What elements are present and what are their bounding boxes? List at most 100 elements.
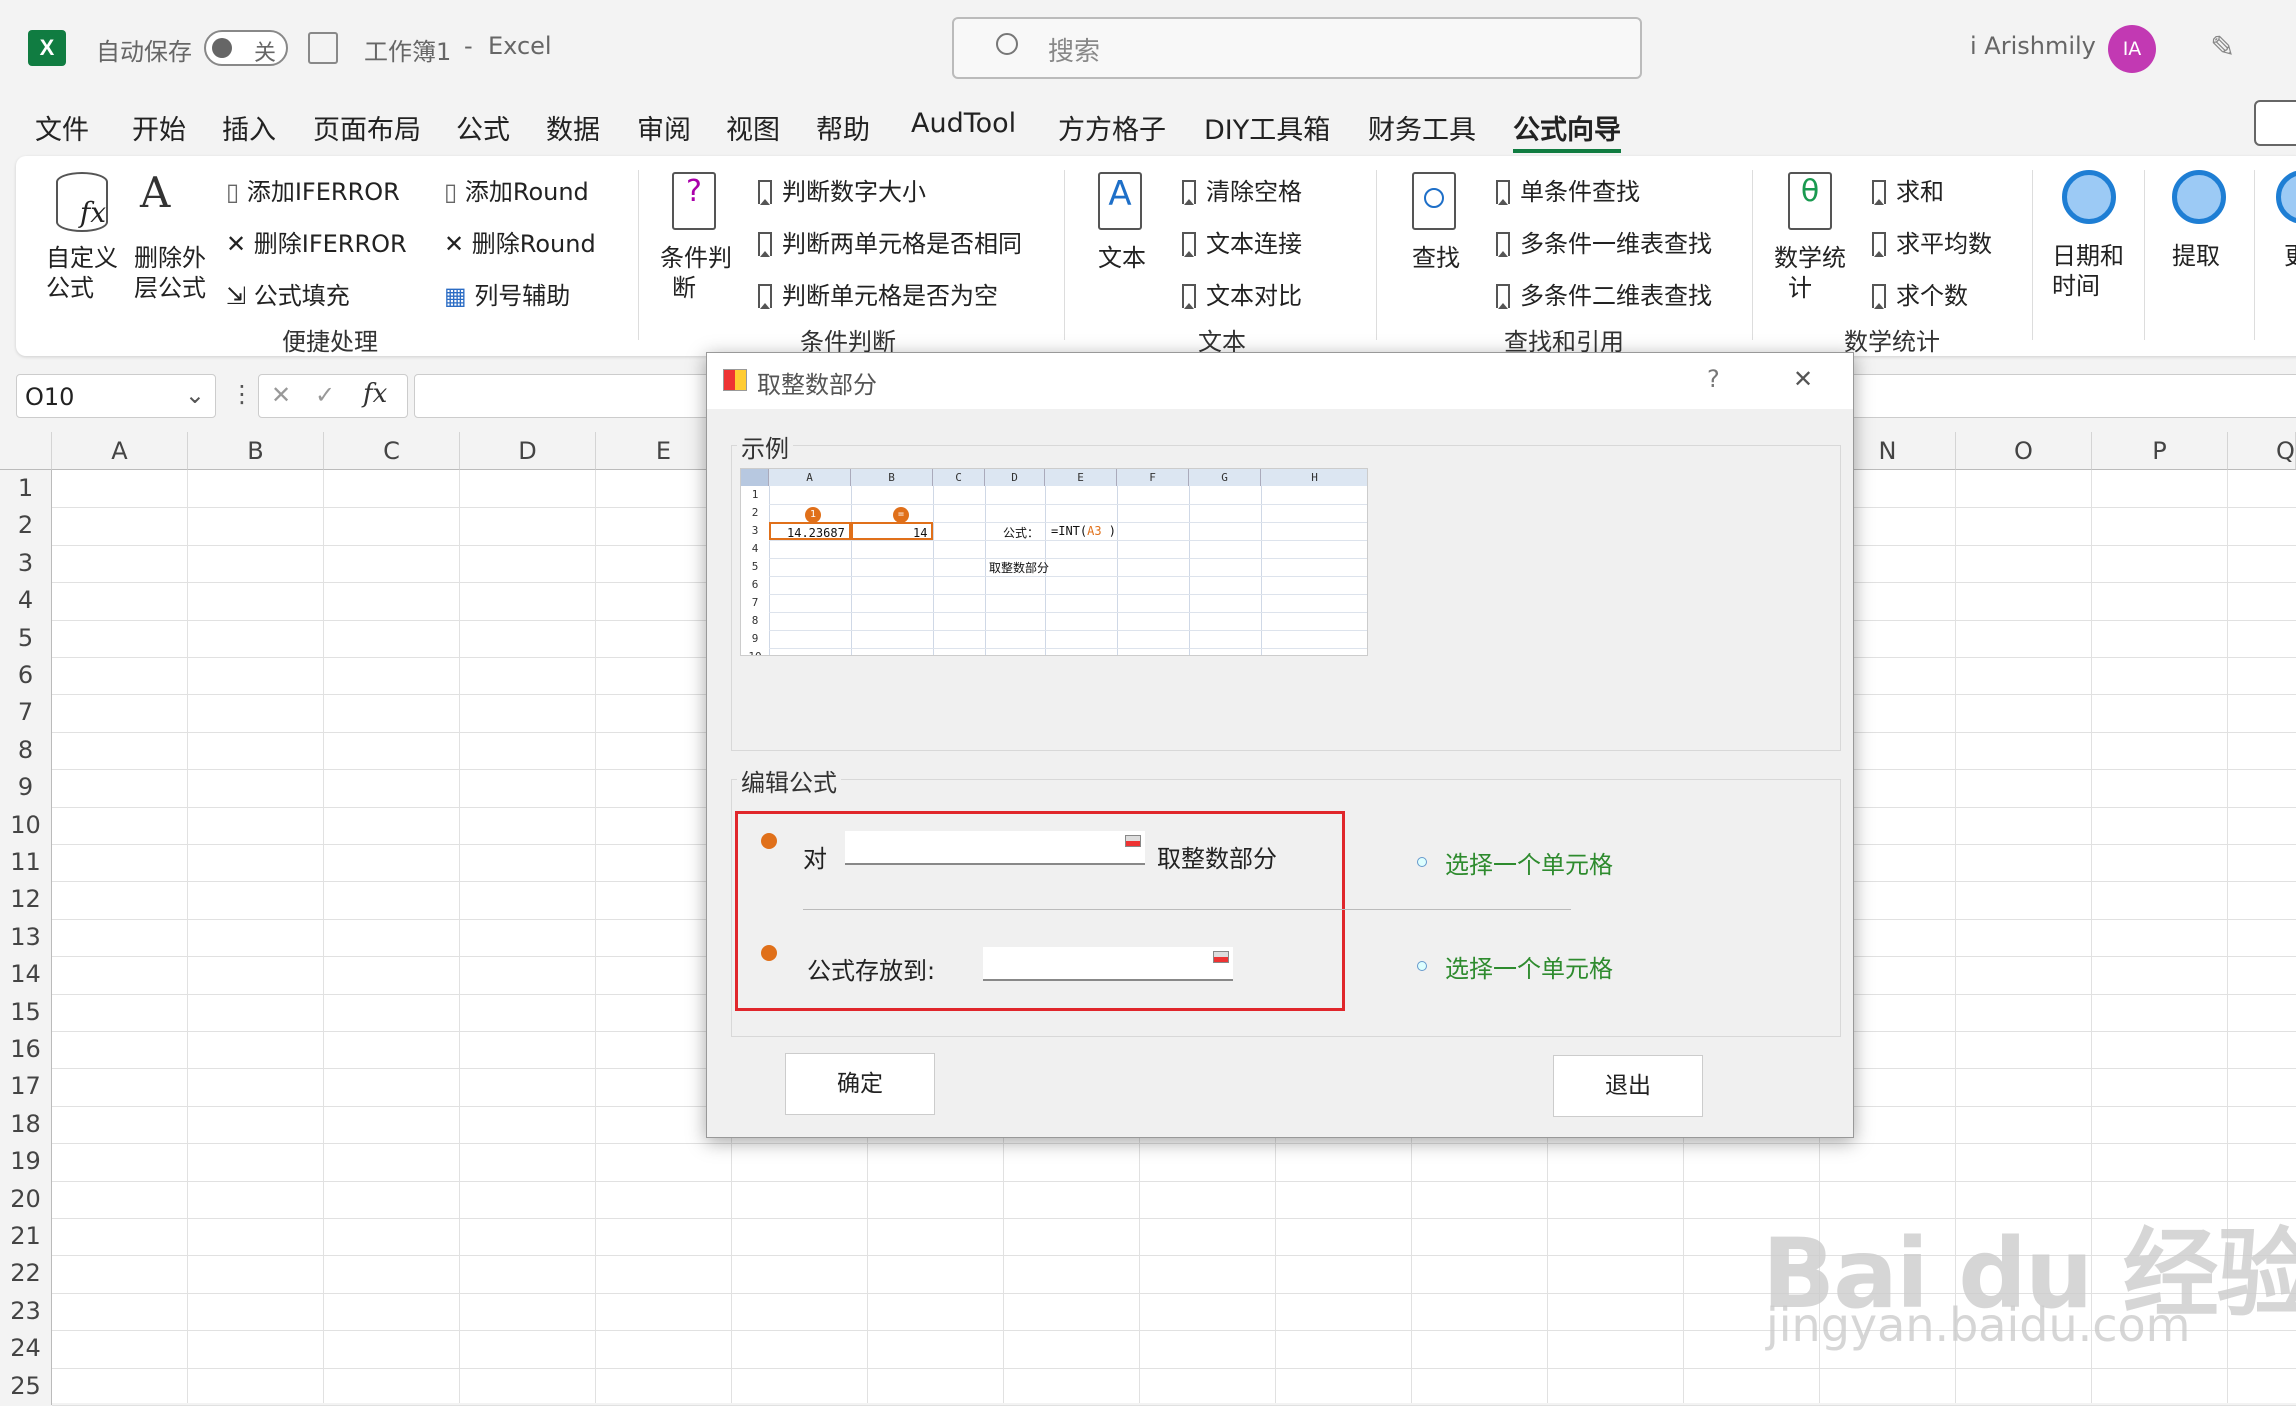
condition-label-2[interactable]: 断	[672, 268, 696, 303]
tab-finance-tools[interactable]: 财务工具	[1368, 108, 1476, 147]
add-round-button[interactable]: ▯ 添加Round	[444, 172, 589, 207]
tab-data[interactable]: 数据	[546, 108, 600, 147]
cell-picker-icon[interactable]	[1213, 951, 1229, 963]
source-cell-input[interactable]	[845, 831, 1145, 865]
row-header[interactable]: 15	[0, 993, 52, 1031]
row-header[interactable]: 18	[0, 1105, 52, 1144]
tab-insert[interactable]: 插入	[222, 108, 276, 147]
row-header[interactable]: 11	[0, 844, 52, 882]
comments-icon[interactable]	[2254, 100, 2296, 146]
example-row-header: 10	[741, 648, 769, 655]
row-header[interactable]: 23	[0, 1292, 52, 1331]
row-header[interactable]: 16	[0, 1031, 52, 1069]
row-header[interactable]: 5	[0, 619, 52, 657]
check-icon[interactable]: ✓	[315, 381, 335, 409]
help-icon[interactable]: ?	[1707, 365, 1720, 393]
datetime-label-2[interactable]: 时间	[2052, 266, 2100, 301]
row-header[interactable]: 13	[0, 918, 52, 957]
add-iferror-button[interactable]: ▯ 添加IFERROR	[226, 172, 400, 207]
single-lookup-button[interactable]: 单条件查找	[1496, 172, 1640, 207]
ok-button[interactable]: 确定	[785, 1053, 935, 1115]
custom-formula-label-2[interactable]: 公式	[46, 268, 94, 303]
save-icon[interactable]	[308, 32, 338, 64]
row-header[interactable]: 10	[0, 806, 52, 844]
cell-picker-icon[interactable]	[1125, 835, 1141, 847]
example-row-line	[769, 630, 1367, 631]
text-big-button[interactable]: 文本	[1098, 238, 1146, 273]
search-box[interactable]: 搜索	[952, 17, 1642, 79]
column-header[interactable]: A	[52, 432, 188, 470]
row-header[interactable]: 25	[0, 1367, 52, 1405]
tab-diy-toolbox[interactable]: DIY工具箱	[1204, 108, 1330, 147]
tab-formulas[interactable]: 公式	[456, 108, 510, 147]
extract-button[interactable]: 提取	[2172, 236, 2220, 271]
row-header[interactable]: 3	[0, 544, 52, 583]
row-header[interactable]: 6	[0, 657, 52, 695]
stats-label-2[interactable]: 计	[1788, 268, 1812, 303]
pen-icon[interactable]: ✎	[2210, 30, 2235, 65]
multi-2d-lookup-button[interactable]: 多条件二维表查找	[1496, 276, 1712, 311]
text-compare-button[interactable]: 文本对比	[1182, 276, 1302, 311]
row-header[interactable]: 12	[0, 881, 52, 919]
tab-fangfangezi[interactable]: 方方格子	[1058, 108, 1166, 147]
row-header[interactable]: 7	[0, 694, 52, 732]
autosave-toggle[interactable]: 关	[204, 30, 288, 66]
tab-help[interactable]: 帮助	[816, 108, 870, 147]
example-row-header: 3	[751, 524, 759, 537]
more-button[interactable]: 更	[2284, 236, 2296, 271]
bookmark-icon	[1872, 180, 1886, 205]
close-icon[interactable]: ✕	[1793, 365, 1813, 393]
sum-button[interactable]: 求和	[1872, 172, 1944, 207]
two-cells-same-button[interactable]: 判断两单元格是否相同	[758, 224, 1022, 259]
tab-page-layout[interactable]: 页面布局	[313, 108, 421, 147]
fx-icon[interactable]: fx	[363, 379, 387, 409]
compare-size-button[interactable]: 判断数字大小	[758, 172, 926, 207]
clear-spaces-button[interactable]: 清除空格	[1182, 172, 1302, 207]
cancel-icon[interactable]: ✕	[271, 381, 291, 409]
formula-fill-button[interactable]: ⇲ 公式填充	[226, 276, 350, 311]
tab-review[interactable]: 审阅	[637, 108, 691, 147]
row-header[interactable]: 14	[0, 956, 52, 994]
remove-outer-label-2[interactable]: 层公式	[134, 268, 206, 303]
find-big-button[interactable]: 查找	[1412, 238, 1460, 273]
text-join-button[interactable]: 文本连接	[1182, 224, 1302, 259]
row-header[interactable]: 17	[0, 1068, 52, 1106]
target-cell-input[interactable]	[983, 947, 1233, 981]
name-box[interactable]: O10 ⌄	[16, 374, 216, 418]
select-all-corner[interactable]	[0, 432, 52, 470]
condition-label-1[interactable]: 条件判	[660, 238, 732, 273]
row-header[interactable]: 9	[0, 769, 52, 807]
row-header[interactable]: 20	[0, 1180, 52, 1218]
tab-formula-wizard[interactable]: 公式向导	[1513, 108, 1621, 153]
row-header[interactable]: 21	[0, 1218, 52, 1256]
column-helper-button[interactable]: ▦ 列号辅助	[444, 276, 570, 311]
row-header[interactable]: 2	[0, 507, 52, 545]
count-button[interactable]: 求个数	[1872, 276, 1968, 311]
tab-view[interactable]: 视图	[726, 108, 780, 147]
row-header[interactable]: 24	[0, 1330, 52, 1368]
tab-file[interactable]: 文件	[35, 108, 89, 147]
remove-round-button[interactable]: ✕ 删除Round	[444, 224, 596, 259]
average-button[interactable]: 求平均数	[1872, 224, 1992, 259]
cell-empty-button[interactable]: 判断单元格是否为空	[758, 276, 998, 311]
remove-iferror-button[interactable]: ✕ 删除IFERROR	[226, 224, 407, 259]
tab-home[interactable]: 开始	[132, 108, 186, 147]
more-options-icon[interactable]: ⋮	[230, 380, 254, 408]
column-header[interactable]: B	[188, 432, 324, 470]
ribbon-separator	[638, 170, 639, 340]
column-header[interactable]: D	[460, 432, 596, 470]
chevron-down-icon[interactable]: ⌄	[185, 381, 205, 409]
exit-button[interactable]: 退出	[1553, 1055, 1703, 1117]
row-header[interactable]: 1	[0, 470, 52, 508]
row-header[interactable]: 22	[0, 1255, 52, 1293]
row-header[interactable]: 4	[0, 582, 52, 620]
column-header[interactable]: C	[324, 432, 460, 470]
avatar[interactable]: IA	[2108, 25, 2156, 73]
column-header[interactable]: Q	[2228, 432, 2296, 470]
column-header[interactable]: O	[1956, 432, 2092, 470]
column-header[interactable]: P	[2092, 432, 2228, 470]
row-header[interactable]: 19	[0, 1143, 52, 1181]
row-header[interactable]: 8	[0, 731, 52, 770]
tab-audtool[interactable]: AudTool	[911, 108, 1016, 139]
multi-1d-lookup-button[interactable]: 多条件一维表查找	[1496, 224, 1712, 259]
